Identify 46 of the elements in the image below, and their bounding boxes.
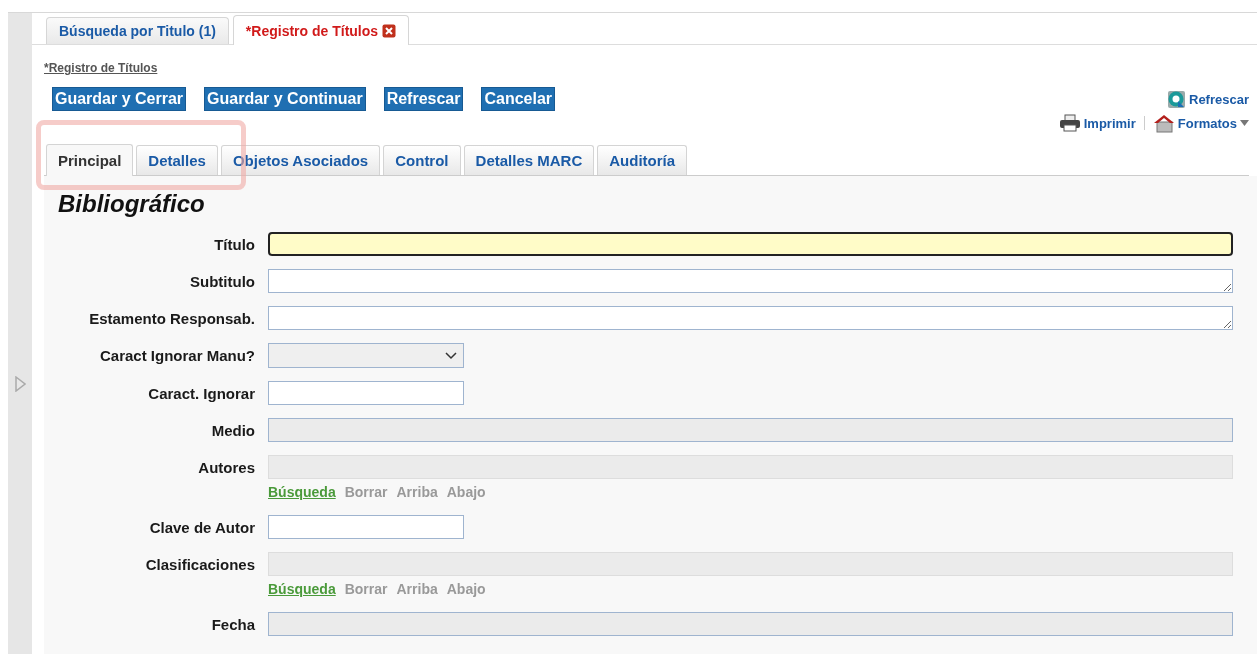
action-button[interactable]: Guardar y Cerrar xyxy=(52,87,187,111)
text-area[interactable] xyxy=(268,269,1233,293)
document-tab[interactable]: Búsqueda por Titulo (1) xyxy=(46,17,229,44)
section-title: Bibliográfico xyxy=(58,190,206,218)
refresh-icon[interactable] xyxy=(1166,89,1186,109)
field-label: Título xyxy=(213,235,255,253)
close-icon[interactable] xyxy=(382,23,397,38)
house-arrow-icon[interactable] xyxy=(1152,113,1175,133)
action-button[interactable]: Guardar y Continuar xyxy=(204,87,366,111)
dropdown-field[interactable] xyxy=(268,343,464,368)
field-label: Clave de Autor xyxy=(148,518,255,536)
text-field[interactable] xyxy=(268,232,1233,256)
tab[interactable]: Detalles MARC xyxy=(463,145,595,175)
breadcrumb-link[interactable]: *Registro de Títulos xyxy=(44,61,158,75)
document-tab[interactable]: *Registro de Títulos xyxy=(232,15,410,45)
tab[interactable]: Control xyxy=(383,145,461,175)
field-label: Estamento Responsab. xyxy=(88,309,255,327)
dropdown-caret-icon[interactable] xyxy=(1240,120,1249,126)
field-label: Caract Ignorar Manu? xyxy=(98,347,255,364)
action-button[interactable]: Cancelar xyxy=(481,87,556,111)
field-label: Fecha xyxy=(210,615,255,633)
expand-arrow-icon[interactable] xyxy=(14,376,26,392)
action-link[interactable]: Búsqueda xyxy=(268,484,336,500)
printer-icon[interactable] xyxy=(1058,114,1081,132)
text-field[interactable] xyxy=(268,381,464,405)
readonly-field[interactable] xyxy=(268,612,1233,636)
field-label: Caract. Ignorar xyxy=(147,384,255,402)
text-field[interactable] xyxy=(268,515,464,539)
formats-link[interactable]: Formatos xyxy=(1177,115,1237,131)
field-label: Autores xyxy=(197,458,255,476)
readonly-field[interactable] xyxy=(268,418,1233,442)
tab[interactable]: Detalles xyxy=(136,145,218,175)
tab[interactable]: Auditoría xyxy=(597,145,688,175)
field-label: Medio xyxy=(210,421,255,439)
refresh-link[interactable]: Refrescar xyxy=(1189,91,1249,107)
action-button[interactable]: Refrescar xyxy=(383,87,464,111)
readonly-field[interactable] xyxy=(268,455,1233,479)
field-label: Clasificaciones xyxy=(144,555,255,573)
print-link[interactable]: Imprimir xyxy=(1083,115,1136,131)
tab[interactable]: Principal xyxy=(46,144,134,176)
tab[interactable]: Objetos Asociados xyxy=(220,145,381,175)
field-label: Subtitulo xyxy=(189,272,255,290)
chevron-down-icon[interactable] xyxy=(445,351,457,360)
readonly-field[interactable] xyxy=(268,552,1233,576)
text-area[interactable] xyxy=(268,306,1233,330)
action-link[interactable]: Búsqueda xyxy=(268,581,336,597)
